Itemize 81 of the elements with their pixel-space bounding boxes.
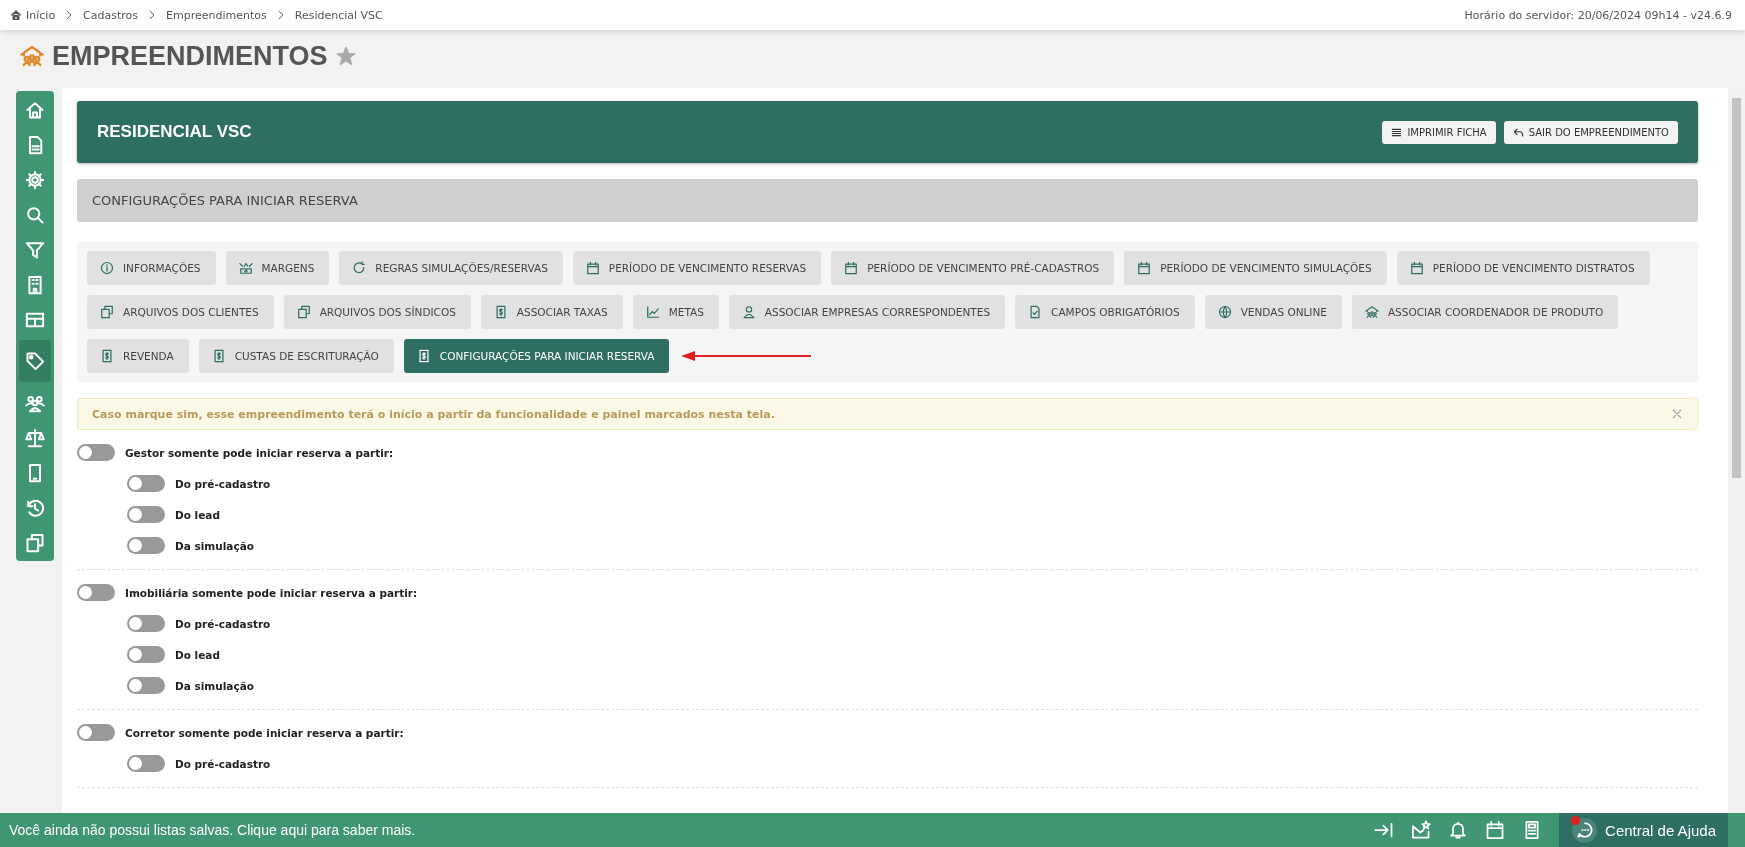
toggle-switch[interactable] [127, 755, 165, 772]
tab-button[interactable]: ARQUIVOS DOS CLIENTES [87, 295, 274, 329]
tab-button[interactable]: CUSTAS DE ESCRITURAÇÃO [198, 339, 394, 373]
mail-star-icon [1411, 820, 1432, 840]
tab-button[interactable]: MARGENS [225, 251, 330, 285]
server-time: Horário do servidor: 20/06/2024 09h14 - v24.6.9 [1464, 8, 1732, 22]
toggle-label: Do pré-cadastro [175, 477, 271, 490]
tab-button[interactable]: PERÍODO DE VENCIMENTO SIMULAÇÕES [1124, 251, 1387, 285]
toggle-switch[interactable] [127, 646, 165, 663]
building-icon [25, 274, 45, 295]
section-title: CONFIGURAÇÕES PARA INICIAR RESERVA [92, 193, 358, 208]
help-button[interactable]: Central de Ajuda [1559, 813, 1728, 847]
calendar-icon [1485, 820, 1506, 840]
filter-icon [25, 239, 45, 260]
arrow-to-bar-icon [1374, 820, 1395, 840]
tab-button[interactable]: ASSOCIAR TAXAS [480, 295, 623, 329]
doccheck-icon [1028, 305, 1043, 319]
breadcrumb-link[interactable]: Início [10, 8, 56, 22]
house-people-icon [20, 44, 44, 68]
money-icon [238, 261, 253, 275]
notification-dot [1571, 816, 1581, 825]
scale-icon [25, 427, 45, 448]
print-button[interactable]: IMPRIMIR FICHA [1382, 120, 1496, 144]
alert-text: Caso marque sim, esse empreendimento terá o início a partir da funcionalidade e painel marcados nesta tela. [92, 407, 775, 421]
star-icon [335, 46, 356, 66]
gear-icon [25, 169, 45, 190]
sidebar-item[interactable] [19, 340, 51, 382]
tab-button[interactable]: ASSOCIAR EMPRESAS CORRESPONDENTES [728, 295, 1006, 329]
toggle-label: Do lead [175, 648, 220, 661]
bell-icon [1448, 820, 1469, 840]
home-icon [10, 9, 22, 21]
copy-icon [100, 305, 114, 319]
tab-button[interactable]: REGRAS SIMULAÇÕES/RESERVAS [339, 251, 563, 285]
toggle-label: Corretor somente pode iniciar reserva a partir: [125, 726, 404, 739]
tab-button[interactable]: PERÍODO DE VENCIMENTO DISTRATOS [1396, 251, 1650, 285]
person-icon [741, 305, 756, 319]
toggle-switch[interactable] [127, 615, 165, 632]
info-icon [100, 261, 114, 275]
breadcrumb-link[interactable]: Empreendimentos [166, 8, 267, 22]
tab-button[interactable]: CONFIGURAÇÕES PARA INICIAR RESERVA [403, 339, 670, 373]
toggle-switch[interactable] [77, 584, 115, 601]
list-icon [1391, 126, 1403, 138]
toggle-label: Da simulação [175, 679, 254, 692]
exit-button[interactable]: SAIR DO EMPREENDIMENTO [1503, 120, 1678, 144]
toggle-switch[interactable] [127, 506, 165, 523]
globe-icon [1217, 305, 1232, 319]
toggle-switch[interactable] [127, 677, 165, 694]
chat-icon [1575, 821, 1594, 839]
tab-button[interactable]: ASSOCIAR COORDENADOR DE PRODUTO [1351, 295, 1619, 329]
toggle-label: Da simulação [175, 539, 254, 552]
copy-icon [25, 532, 45, 553]
toggle-switch[interactable] [77, 724, 115, 741]
breadcrumb-link[interactable]: Cadastros [83, 8, 139, 22]
toggle-label: Gestor somente pode iniciar reserva a partir: [125, 446, 394, 459]
tab-button[interactable]: CAMPOS OBRIGATÓRIOS [1015, 295, 1195, 329]
copy-icon [296, 305, 311, 319]
toggle-label: Do pré-cadastro [175, 757, 271, 770]
page-title: EMPREENDIMENTOS [52, 40, 328, 72]
tab-button[interactable]: PERÍODO DE VENCIMENTO PRÉ-CADASTROS [831, 251, 1115, 285]
reply-arrow-icon [1512, 126, 1524, 138]
tab-button[interactable]: INFORMAÇÕES [87, 251, 216, 285]
status-message[interactable]: Você ainda não possui listas salvas. Clique aqui para saber mais. [0, 822, 1375, 838]
refresh-icon [352, 261, 367, 275]
toggle-switch[interactable] [127, 475, 165, 492]
line-icon [645, 305, 660, 319]
tab-button[interactable]: PERÍODO DE VENCIMENTO RESERVAS [572, 251, 822, 285]
toggle-label: Do lead [175, 508, 220, 521]
tab-button[interactable]: VENDAS ONLINE [1204, 295, 1342, 329]
project-title: RESIDENCIAL VSC [97, 122, 252, 142]
toggle-switch[interactable] [127, 537, 165, 554]
toggle-switch[interactable] [77, 444, 115, 461]
tab-button[interactable]: ARQUIVOS DOS SÍNDICOS [283, 295, 471, 329]
history-icon [25, 497, 45, 518]
tag-icon [25, 351, 45, 371]
toggle-label: Imobiliária somente pode iniciar reserva a partir: [125, 586, 418, 599]
home-icon [25, 99, 45, 120]
breadcrumb-link[interactable]: Residencial VSC [294, 8, 383, 22]
search-icon [25, 204, 45, 225]
tab-button[interactable]: REVENDA [87, 339, 189, 373]
toggle-label: Do pré-cadastro [175, 617, 271, 630]
tab-button[interactable]: METAS [632, 295, 719, 329]
